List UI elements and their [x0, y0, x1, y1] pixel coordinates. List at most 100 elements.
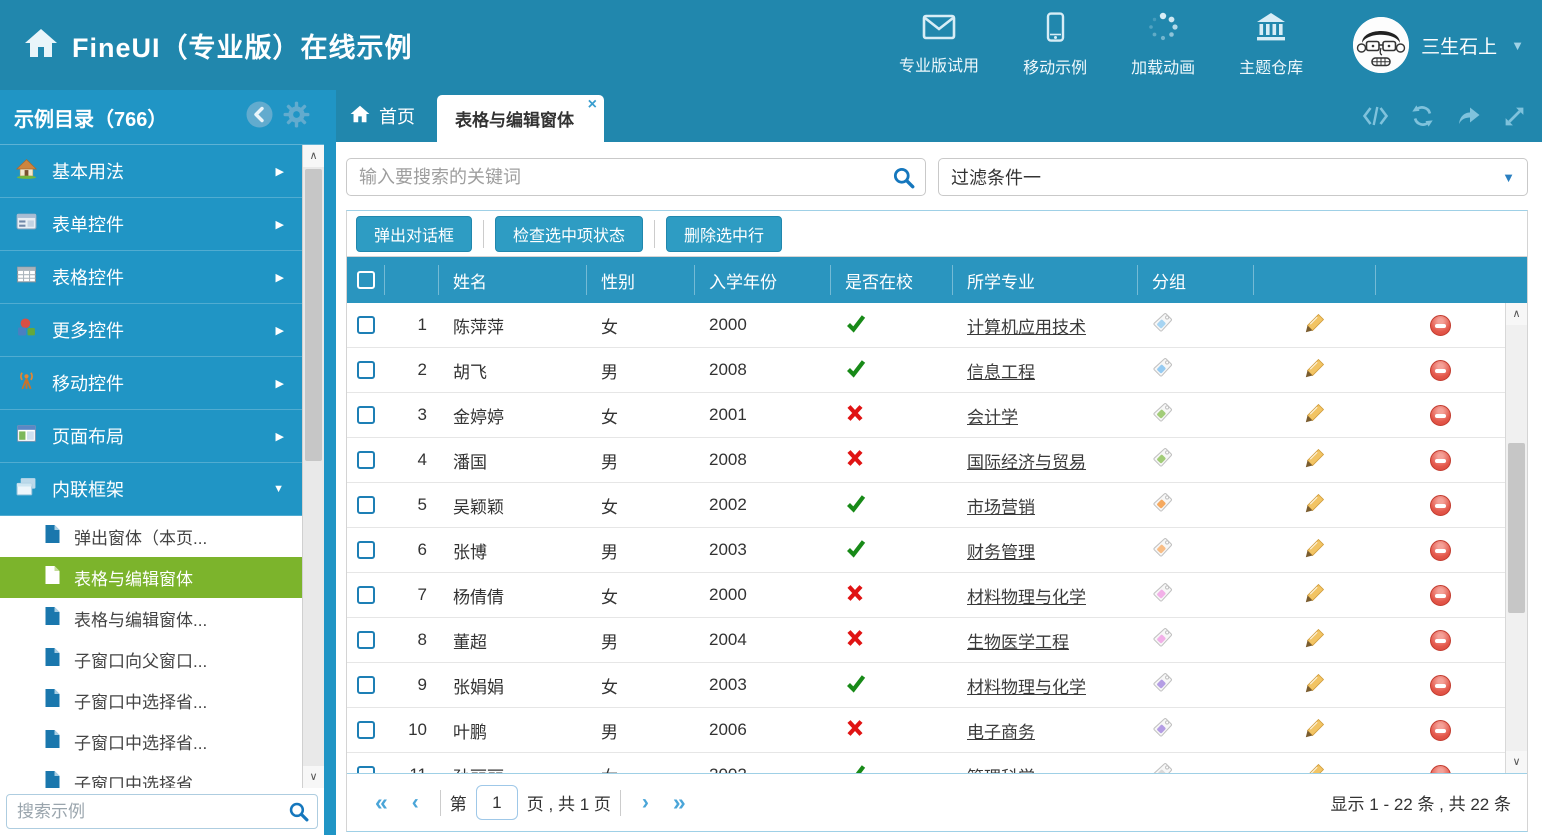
- sidebar-subitem-selected[interactable]: 表格与编辑窗体: [0, 557, 302, 598]
- row-checkbox[interactable]: [357, 406, 375, 424]
- edit-pencil-icon[interactable]: [1304, 762, 1326, 774]
- delete-icon[interactable]: [1430, 585, 1451, 606]
- edit-pencil-icon[interactable]: [1304, 447, 1326, 474]
- close-icon[interactable]: ×: [588, 97, 597, 113]
- nav-theme-repo[interactable]: 主题仓库: [1239, 12, 1303, 78]
- scroll-down-icon[interactable]: ∨: [1506, 751, 1527, 773]
- sidebar-item-more-controls[interactable]: 更多控件 ▶: [0, 304, 302, 357]
- major-link[interactable]: 电子商务: [967, 718, 1035, 743]
- nav-trial[interactable]: 专业版试用: [899, 14, 979, 76]
- source-code-icon[interactable]: [1362, 105, 1389, 127]
- scroll-down-icon[interactable]: ∨: [303, 766, 324, 788]
- nav-mobile-demo[interactable]: 移动示例: [1023, 12, 1087, 78]
- delete-icon[interactable]: [1430, 450, 1451, 471]
- next-page-button[interactable]: ›: [630, 791, 661, 815]
- row-checkbox[interactable]: [357, 541, 375, 559]
- scrollbar-thumb[interactable]: [305, 169, 322, 461]
- sidebar-subitem[interactable]: 子窗口向父窗口...: [0, 639, 302, 680]
- edit-pencil-icon[interactable]: [1304, 627, 1326, 654]
- open-dialog-button[interactable]: 弹出对话框: [356, 216, 472, 252]
- row-checkbox[interactable]: [357, 721, 375, 739]
- sidebar-subitem[interactable]: 子窗口中选择省: [0, 762, 302, 788]
- delete-icon[interactable]: [1430, 630, 1451, 651]
- major-link[interactable]: 材料物理与化学: [967, 673, 1086, 698]
- edit-pencil-icon[interactable]: [1304, 582, 1326, 609]
- delete-icon[interactable]: [1430, 360, 1451, 381]
- sidebar-item-mobile-controls[interactable]: 移动控件 ▶: [0, 357, 302, 410]
- cell-name: 吴颖颖: [439, 493, 587, 518]
- major-link[interactable]: 计算机应用技术: [967, 313, 1086, 338]
- filter-dropdown[interactable]: 过滤条件一 ▼: [938, 158, 1528, 196]
- sidebar-subitem[interactable]: 子窗口中选择省...: [0, 680, 302, 721]
- search-icon[interactable]: [288, 801, 309, 827]
- sidebar-item-inline-frame[interactable]: 内联框架 ▼: [0, 463, 302, 516]
- edit-pencil-icon[interactable]: [1304, 672, 1326, 699]
- scroll-up-icon[interactable]: ∧: [1506, 303, 1527, 325]
- edit-pencil-icon[interactable]: [1304, 357, 1326, 384]
- prev-page-button[interactable]: ‹: [400, 791, 431, 815]
- row-checkbox[interactable]: [357, 361, 375, 379]
- gear-icon[interactable]: [283, 101, 310, 133]
- sidebar-subitem[interactable]: 弹出窗体（本页...: [0, 516, 302, 557]
- sidebar-subitem[interactable]: 子窗口中选择省...: [0, 721, 302, 762]
- row-checkbox[interactable]: [357, 676, 375, 694]
- major-link[interactable]: 材料物理与化学: [967, 583, 1086, 608]
- select-all-checkbox[interactable]: [357, 271, 375, 289]
- check-selection-button[interactable]: 检查选中项状态: [495, 216, 643, 252]
- user-menu[interactable]: 三生石上 ▼: [1353, 17, 1524, 73]
- major-link[interactable]: 管理科学: [967, 763, 1035, 774]
- row-checkbox[interactable]: [357, 586, 375, 604]
- major-link[interactable]: 信息工程: [967, 358, 1035, 383]
- row-checkbox[interactable]: [357, 631, 375, 649]
- delete-icon[interactable]: [1430, 765, 1451, 774]
- edit-pencil-icon[interactable]: [1304, 492, 1326, 519]
- major-link[interactable]: 生物医学工程: [967, 628, 1069, 653]
- collapse-sidebar-icon[interactable]: [246, 101, 273, 133]
- username[interactable]: 三生石上: [1421, 32, 1497, 59]
- delete-icon[interactable]: [1430, 315, 1451, 336]
- avatar[interactable]: [1353, 17, 1409, 73]
- last-page-button[interactable]: »: [661, 789, 698, 816]
- sidebar-item-grid-controls[interactable]: 表格控件 ▶: [0, 251, 302, 304]
- scroll-up-icon[interactable]: ∧: [303, 145, 324, 167]
- major-link[interactable]: 会计学: [967, 403, 1018, 428]
- scrollbar-thumb[interactable]: [1508, 443, 1525, 613]
- keyword-search-input[interactable]: [346, 158, 926, 196]
- delete-icon[interactable]: [1430, 495, 1451, 516]
- fullscreen-icon[interactable]: [1503, 105, 1526, 128]
- sidebar-item-basic-usage[interactable]: 基本用法 ▶: [0, 145, 302, 198]
- search-icon[interactable]: [892, 166, 915, 194]
- delete-icon[interactable]: [1430, 720, 1451, 741]
- delete-selected-button[interactable]: 删除选中行: [666, 216, 782, 252]
- edit-pencil-icon[interactable]: [1304, 402, 1326, 429]
- row-checkbox[interactable]: [357, 316, 375, 334]
- home-icon[interactable]: [24, 28, 58, 63]
- sidebar-scrollbar[interactable]: ∧ ∨: [302, 145, 324, 788]
- sidebar-item-form-controls[interactable]: 表单控件 ▶: [0, 198, 302, 251]
- nav-loading-anim[interactable]: 加载动画: [1131, 12, 1195, 78]
- row-checkbox[interactable]: [357, 766, 375, 773]
- major-link[interactable]: 国际经济与贸易: [967, 448, 1086, 473]
- user-caret-icon[interactable]: ▼: [1511, 38, 1524, 53]
- delete-icon[interactable]: [1430, 405, 1451, 426]
- sidebar-search-input[interactable]: [6, 794, 318, 829]
- refresh-icon[interactable]: [1410, 104, 1435, 128]
- edit-pencil-icon[interactable]: [1304, 717, 1326, 744]
- sidebar-item-page-layout[interactable]: 页面布局 ▶: [0, 410, 302, 463]
- page-number-input[interactable]: [476, 785, 518, 820]
- sidebar-subitem[interactable]: 表格与编辑窗体...: [0, 598, 302, 639]
- tab-home[interactable]: 首页: [336, 90, 437, 142]
- edit-pencil-icon[interactable]: [1304, 312, 1326, 339]
- edit-pencil-icon[interactable]: [1304, 537, 1326, 564]
- share-icon[interactable]: [1456, 105, 1482, 127]
- delete-icon[interactable]: [1430, 540, 1451, 561]
- major-link[interactable]: 财务管理: [967, 538, 1035, 563]
- major-link[interactable]: 市场营销: [967, 493, 1035, 518]
- row-checkbox[interactable]: [357, 451, 375, 469]
- row-number: 6: [385, 540, 439, 560]
- grid-scrollbar[interactable]: ∧ ∨: [1505, 303, 1527, 773]
- tab-active[interactable]: 表格与编辑窗体 ×: [437, 95, 604, 142]
- first-page-button[interactable]: «: [363, 789, 400, 816]
- row-checkbox[interactable]: [357, 496, 375, 514]
- delete-icon[interactable]: [1430, 675, 1451, 696]
